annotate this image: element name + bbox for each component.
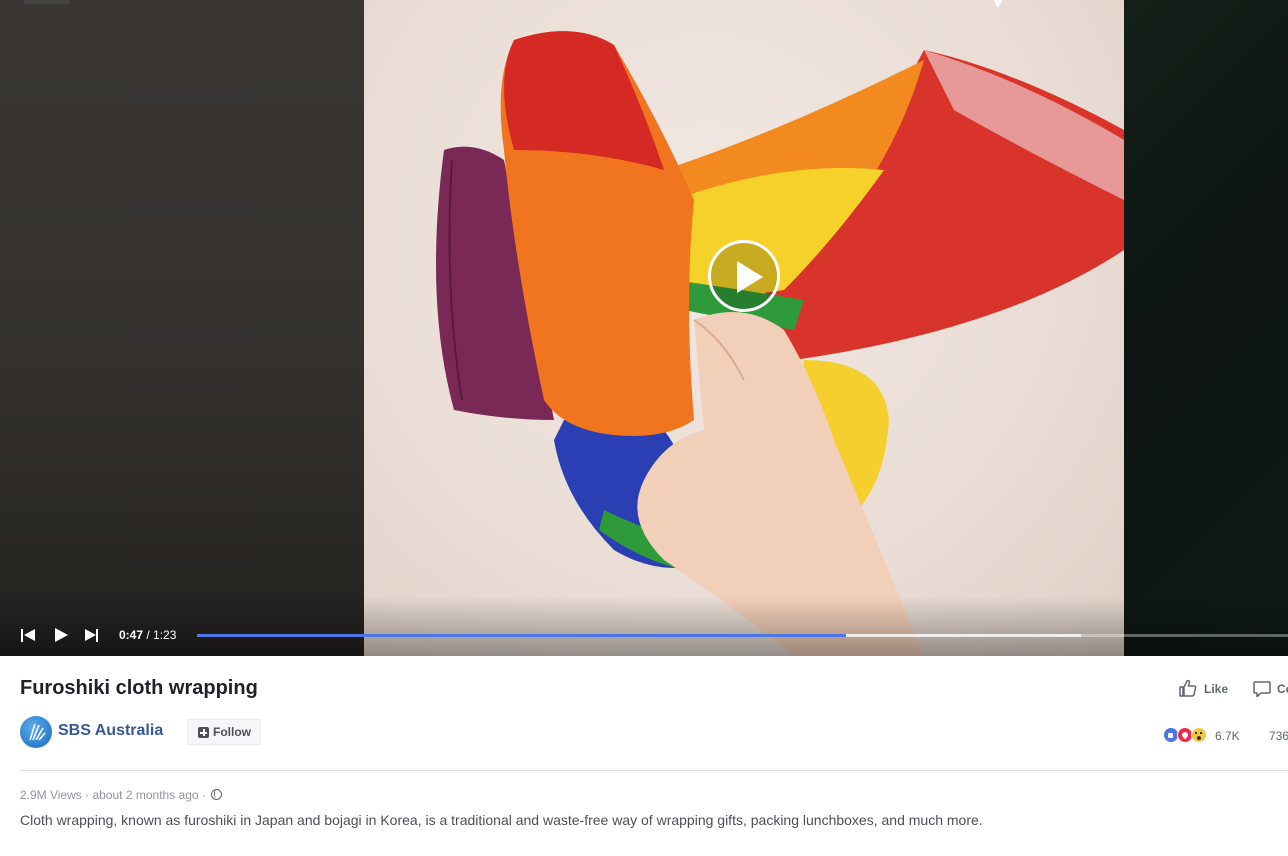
progress-played xyxy=(197,634,847,637)
comment-bubble-icon xyxy=(1253,681,1271,698)
video-description: Cloth wrapping, known as furoshiki in Ja… xyxy=(20,812,983,828)
big-play-button[interactable] xyxy=(708,240,780,312)
comment-button[interactable]: Comment xyxy=(1252,678,1288,700)
play-icon[interactable] xyxy=(53,626,69,646)
globe-icon xyxy=(211,789,223,800)
time-separator: / xyxy=(143,628,154,642)
divider xyxy=(20,770,1288,771)
video-frame-image xyxy=(436,31,1124,656)
video-player[interactable]: 0:47 / 1:23 xyxy=(0,0,1288,656)
wow-reaction-icon xyxy=(1191,727,1207,743)
post-time[interactable]: about 2 months ago xyxy=(92,788,198,802)
follow-label: Follow xyxy=(213,725,251,739)
video-letterbox-left xyxy=(0,0,364,656)
video-frame[interactable] xyxy=(364,0,1124,656)
skip-next-icon[interactable] xyxy=(84,626,100,646)
comment-label: Comment xyxy=(1277,682,1288,696)
current-time: 0:47 xyxy=(119,628,144,642)
meta-separator: · xyxy=(81,788,93,802)
video-letterbox-right xyxy=(1124,0,1288,656)
page-name-link[interactable]: SBS Australia xyxy=(58,722,163,740)
post-meta: 2.9M Views · about 2 months ago · xyxy=(20,788,223,802)
skip-previous-icon[interactable] xyxy=(20,626,36,646)
cursor-pointer-icon xyxy=(990,0,1006,8)
follow-plus-icon xyxy=(198,727,209,738)
duration: 1:23 xyxy=(153,628,177,642)
avatar[interactable] xyxy=(20,716,52,748)
sbs-logo-icon xyxy=(29,723,46,741)
reaction-count[interactable]: 6.7K xyxy=(1215,729,1240,743)
controls-bar xyxy=(0,596,1288,656)
view-count: 2.9M Views xyxy=(20,788,82,802)
thumbs-up-icon xyxy=(1179,679,1197,697)
follow-button[interactable]: Follow xyxy=(187,719,261,745)
video-title: Furoshiki cloth wrapping xyxy=(20,677,258,699)
meta-separator: · xyxy=(198,788,210,802)
like-label: Like xyxy=(1204,682,1229,696)
time-display: 0:47 / 1:23 xyxy=(119,628,176,642)
comment-count[interactable]: 736 xyxy=(1269,729,1288,743)
video-top-label xyxy=(24,0,70,4)
progress-bar[interactable] xyxy=(197,634,1288,637)
